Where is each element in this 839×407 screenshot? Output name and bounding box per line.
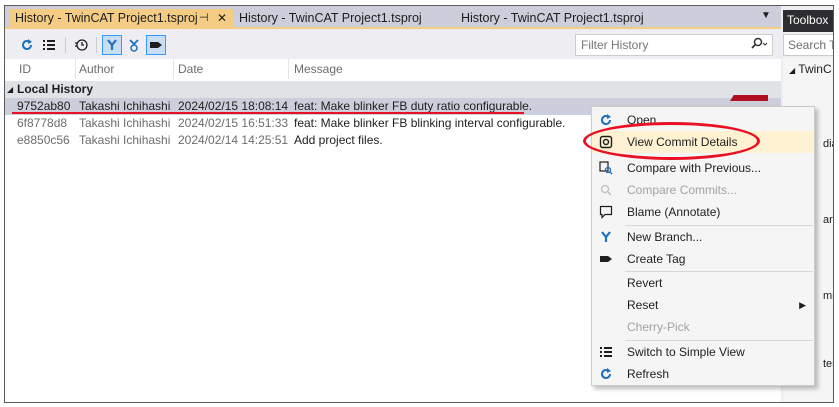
menu-item-revert[interactable]: Revert bbox=[592, 272, 814, 294]
commit-author: Takashi Ichihashi bbox=[79, 116, 171, 130]
expand-arrow-icon[interactable]: ◢ bbox=[789, 66, 795, 75]
annotation-circle bbox=[583, 122, 760, 160]
group-label: Local History bbox=[17, 82, 94, 96]
submenu-arrow-icon: ▶ bbox=[799, 300, 806, 310]
history-icon bbox=[75, 39, 88, 51]
toolbox-node-twincat[interactable]: ◢ TwinC bbox=[789, 62, 832, 76]
group-local-history[interactable]: ◢ Local History bbox=[5, 81, 781, 98]
toolbar-separator bbox=[96, 37, 97, 53]
toolbox-text-fragment: art bbox=[823, 214, 833, 226]
menu-item-label: Compare with Previous... bbox=[627, 161, 762, 175]
commit-date: 2024/02/14 14:25:51 bbox=[178, 133, 289, 147]
menu-item-label: New Branch... bbox=[627, 230, 703, 244]
tag-icon bbox=[150, 42, 162, 48]
commit-message: feat: Make blinker FB blinking interval … bbox=[294, 116, 566, 130]
toolbar-separator bbox=[65, 37, 66, 53]
menu-item-new-branch[interactable]: New Branch... bbox=[592, 226, 814, 248]
history-options-button[interactable] bbox=[71, 35, 91, 55]
list-view-icon bbox=[598, 344, 614, 360]
menu-item-cherry-pick[interactable]: Cherry-Pick bbox=[592, 316, 814, 338]
compare-commits-icon bbox=[598, 182, 614, 198]
branch-icon bbox=[107, 39, 117, 50]
tab-label: History - TwinCAT Project1.tsproj bbox=[239, 11, 422, 25]
column-header-id[interactable]: ID bbox=[19, 59, 31, 79]
column-separator[interactable] bbox=[288, 59, 289, 79]
history-toolbar bbox=[5, 31, 781, 59]
tab-label: History - TwinCAT Project1.tsproj bbox=[461, 11, 644, 25]
menu-item-label: Compare Commits... bbox=[627, 183, 738, 197]
commit-author: Takashi Ichihashi bbox=[79, 133, 171, 147]
column-separator[interactable] bbox=[75, 59, 76, 79]
show-tags-toggle[interactable] bbox=[146, 35, 166, 55]
menu-item-label: Switch to Simple View bbox=[627, 345, 745, 359]
close-icon[interactable]: ✕ bbox=[217, 9, 227, 27]
list-view-icon bbox=[43, 40, 55, 50]
column-header-message[interactable]: Message bbox=[294, 59, 343, 79]
commit-id: 6f8778d8 bbox=[17, 116, 68, 130]
column-separator[interactable] bbox=[173, 59, 174, 79]
toolbox-text-fragment: ter bbox=[823, 358, 833, 370]
refresh-button[interactable] bbox=[17, 35, 37, 55]
merge-branch-icon bbox=[129, 39, 139, 52]
toolbox-search-input[interactable]: Search T bbox=[783, 34, 833, 56]
tab-label: History - TwinCAT Project1.tsproj bbox=[15, 11, 198, 25]
menu-item-switch-simple-view[interactable]: Switch to Simple View bbox=[592, 341, 814, 363]
blame-icon bbox=[598, 204, 614, 220]
compare-icon bbox=[598, 160, 614, 176]
commit-message: Add project files. bbox=[294, 133, 383, 147]
search-icon[interactable] bbox=[750, 37, 768, 54]
menu-item-label: Revert bbox=[627, 276, 663, 290]
filter-history-input[interactable] bbox=[576, 35, 736, 55]
commit-id: e8850c56 bbox=[17, 133, 70, 147]
column-header-author[interactable]: Author bbox=[79, 59, 114, 79]
menu-item-label: Cherry-Pick bbox=[627, 320, 690, 334]
menu-item-label: Blame (Annotate) bbox=[627, 205, 721, 219]
filter-history-box[interactable] bbox=[575, 34, 773, 56]
simple-view-button[interactable] bbox=[39, 35, 59, 55]
menu-item-label: Refresh bbox=[627, 367, 670, 381]
menu-item-create-tag[interactable]: Create Tag bbox=[592, 248, 814, 270]
toolbox-text-fragment: mm bbox=[823, 290, 833, 302]
menu-item-refresh[interactable]: Refresh bbox=[592, 363, 814, 385]
menu-item-reset[interactable]: Reset ▶ bbox=[592, 294, 814, 316]
column-header-date[interactable]: Date bbox=[178, 59, 203, 79]
menu-item-compare-previous[interactable]: Compare with Previous... bbox=[592, 157, 814, 179]
toolbox-node-label: TwinC bbox=[798, 62, 832, 76]
show-remote-toggle[interactable] bbox=[124, 35, 144, 55]
refresh-blue-icon bbox=[598, 112, 614, 128]
refresh-icon bbox=[22, 39, 32, 50]
menu-item-label: Reset bbox=[627, 298, 659, 312]
branch-label-marker bbox=[730, 95, 768, 101]
tag-icon bbox=[598, 251, 614, 267]
menu-item-compare-commits[interactable]: Compare Commits... bbox=[592, 179, 814, 201]
branch-icon bbox=[598, 229, 614, 245]
show-branches-toggle[interactable] bbox=[102, 35, 122, 55]
commit-date: 2024/02/15 16:51:33 bbox=[178, 116, 289, 130]
toolbox-text-fragment: dia bbox=[823, 138, 833, 150]
menu-item-blame[interactable]: Blame (Annotate) bbox=[592, 201, 814, 223]
pin-icon[interactable]: ⊣ bbox=[199, 9, 209, 27]
tab-history-2[interactable]: History - TwinCAT Project1.tsproj bbox=[233, 9, 451, 29]
annotation-underline bbox=[12, 112, 524, 114]
collapse-arrow-icon[interactable]: ◢ bbox=[7, 81, 13, 98]
toolbox-title[interactable]: Toolbox bbox=[783, 10, 833, 32]
tab-history-3[interactable]: History - TwinCAT Project1.tsproj bbox=[455, 9, 675, 29]
refresh-icon bbox=[598, 366, 614, 382]
tab-list-dropdown-icon[interactable]: ▼ bbox=[761, 10, 771, 21]
tab-history-active[interactable]: History - TwinCAT Project1.tsproj ⊣ ✕ bbox=[9, 9, 233, 29]
document-tab-strip: History - TwinCAT Project1.tsproj ⊣ ✕ Hi… bbox=[5, 6, 781, 29]
menu-item-label: Create Tag bbox=[627, 252, 686, 266]
